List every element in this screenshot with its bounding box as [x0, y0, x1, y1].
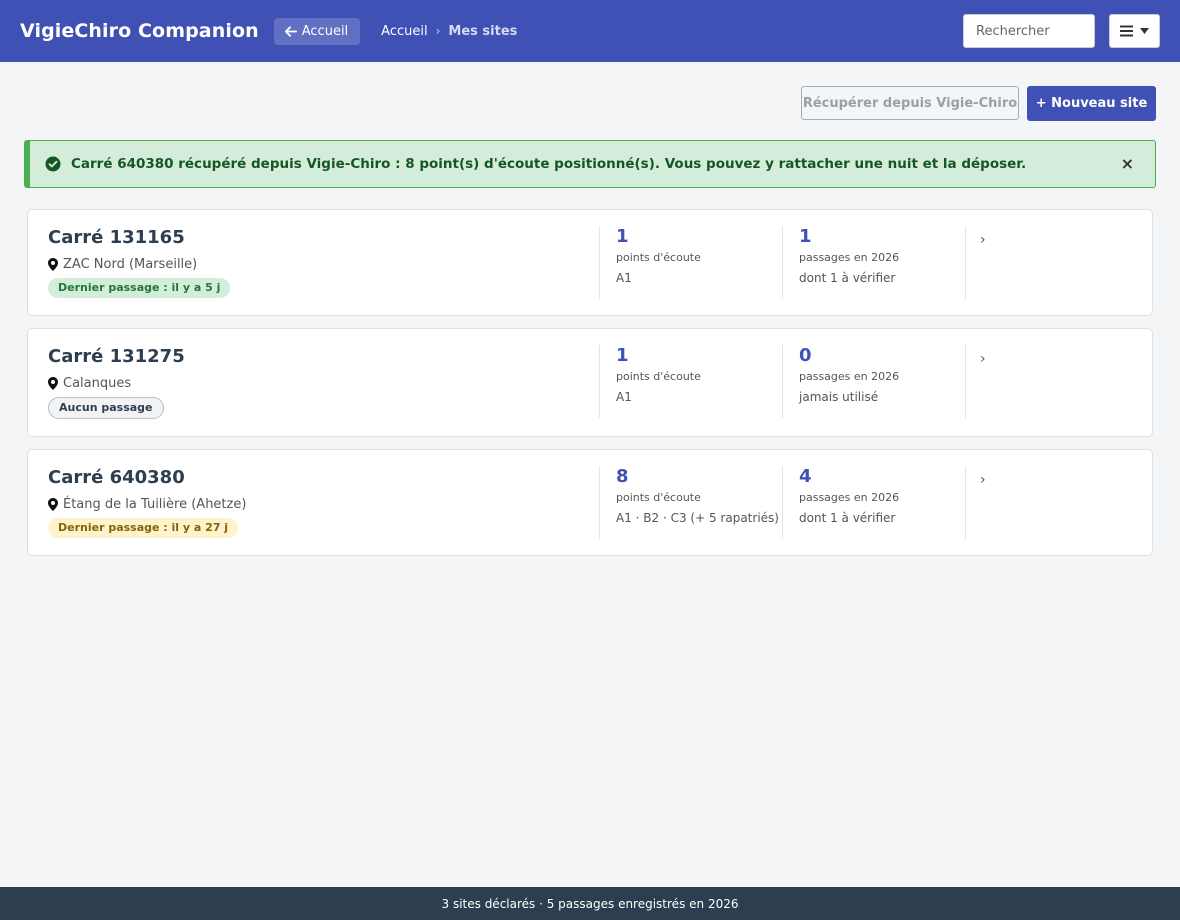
points-count: 8 — [616, 466, 629, 487]
status-badge: Dernier passage : il y a 27 j — [48, 518, 239, 538]
status-badge: Aucun passage — [48, 397, 164, 419]
points-label: points d'écoute — [616, 370, 701, 383]
alert-message: Carré 640380 récupéré depuis Vigie-Chiro… — [71, 156, 1027, 172]
breadcrumb-home[interactable]: Accueil — [381, 24, 427, 39]
points-stat: 1 points d'écoute A1 — [599, 345, 783, 418]
map-marker-icon — [48, 377, 58, 390]
passages-detail: jamais utilisé — [799, 390, 879, 404]
site-card[interactable]: Carré 131165 ZAC Nord (Marseille) Dernie… — [27, 209, 1153, 316]
site-title: Carré 131275 — [48, 346, 185, 367]
site-title: Carré 131165 — [48, 227, 185, 248]
fetch-from-vigiechiro-button[interactable]: Récupérer depuis Vigie-Chiro — [801, 86, 1019, 120]
points-count: 1 — [616, 226, 629, 247]
passages-stat: 1 passages en 2026 dont 1 à vérifier — [782, 226, 966, 299]
chevron-right-icon[interactable]: › — [980, 472, 1025, 488]
passages-label: passages en 2026 — [799, 370, 900, 383]
passages-count: 4 — [799, 466, 812, 487]
check-circle-icon — [45, 156, 61, 172]
alert-close-button[interactable]: × — [1121, 155, 1134, 173]
site-location: Étang de la Tuilière (Ahetze) — [63, 497, 247, 512]
passages-stat: 4 passages en 2026 dont 1 à vérifier — [782, 466, 966, 539]
points-stat: 1 points d'écoute A1 — [599, 226, 783, 299]
passages-label: passages en 2026 — [799, 251, 900, 264]
back-button-label: Accueil — [301, 23, 349, 39]
menu-dropdown-button[interactable] — [1109, 14, 1160, 48]
success-alert: Carré 640380 récupéré depuis Vigie-Chiro… — [24, 140, 1156, 188]
map-marker-icon — [48, 258, 58, 271]
points-detail: A1 — [616, 390, 632, 404]
site-location: ZAC Nord (Marseille) — [63, 257, 198, 272]
points-count: 1 — [616, 345, 629, 366]
chevron-right-icon[interactable]: › — [980, 351, 1025, 367]
breadcrumb: Accueil › Mes sites — [381, 24, 517, 39]
site-card[interactable]: Carré 131275 Calanques Aucun passage 1 p… — [27, 328, 1153, 437]
arrow-left-icon — [284, 25, 297, 37]
status-badge: Dernier passage : il y a 5 j — [48, 278, 231, 298]
site-location: Calanques — [63, 376, 132, 391]
passages-stat: 0 passages en 2026 jamais utilisé — [782, 345, 966, 418]
new-site-button[interactable]: + Nouveau site — [1027, 86, 1156, 121]
caret-down-icon — [1140, 28, 1149, 34]
site-title: Carré 640380 — [48, 467, 185, 488]
top-navbar: VigieChiro Companion Accueil Accueil › M… — [0, 0, 1180, 62]
points-label: points d'écoute — [616, 491, 701, 504]
passages-label: passages en 2026 — [799, 491, 900, 504]
points-detail: A1 · B2 · C3 (+ 5 rapatriés) — [616, 511, 779, 525]
search-input[interactable] — [963, 14, 1095, 48]
passages-count: 1 — [799, 226, 812, 247]
breadcrumb-separator: › — [435, 24, 441, 38]
map-marker-icon — [48, 498, 58, 511]
chevron-right-icon[interactable]: › — [980, 232, 1025, 248]
passages-detail: dont 1 à vérifier — [799, 271, 896, 285]
open-site-area[interactable]: › — [965, 226, 1025, 299]
app-title[interactable]: VigieChiro Companion — [20, 20, 259, 42]
open-site-area[interactable]: › — [965, 345, 1025, 418]
footer-summary: 3 sites déclarés · 5 passages enregistré… — [441, 896, 739, 911]
back-button[interactable]: Accueil — [273, 17, 361, 45]
points-label: points d'écoute — [616, 251, 701, 264]
points-stat: 8 points d'écoute A1 · B2 · C3 (+ 5 rapa… — [599, 466, 783, 539]
breadcrumb-current: Mes sites — [448, 23, 518, 39]
hamburger-icon — [1120, 25, 1133, 37]
footer: 3 sites déclarés · 5 passages enregistré… — [0, 887, 1180, 920]
passages-count: 0 — [799, 345, 812, 366]
site-card[interactable]: Carré 640380 Étang de la Tuilière (Ahetz… — [27, 449, 1153, 556]
passages-detail: dont 1 à vérifier — [799, 511, 896, 525]
open-site-area[interactable]: › — [965, 466, 1025, 539]
points-detail: A1 — [616, 271, 632, 285]
